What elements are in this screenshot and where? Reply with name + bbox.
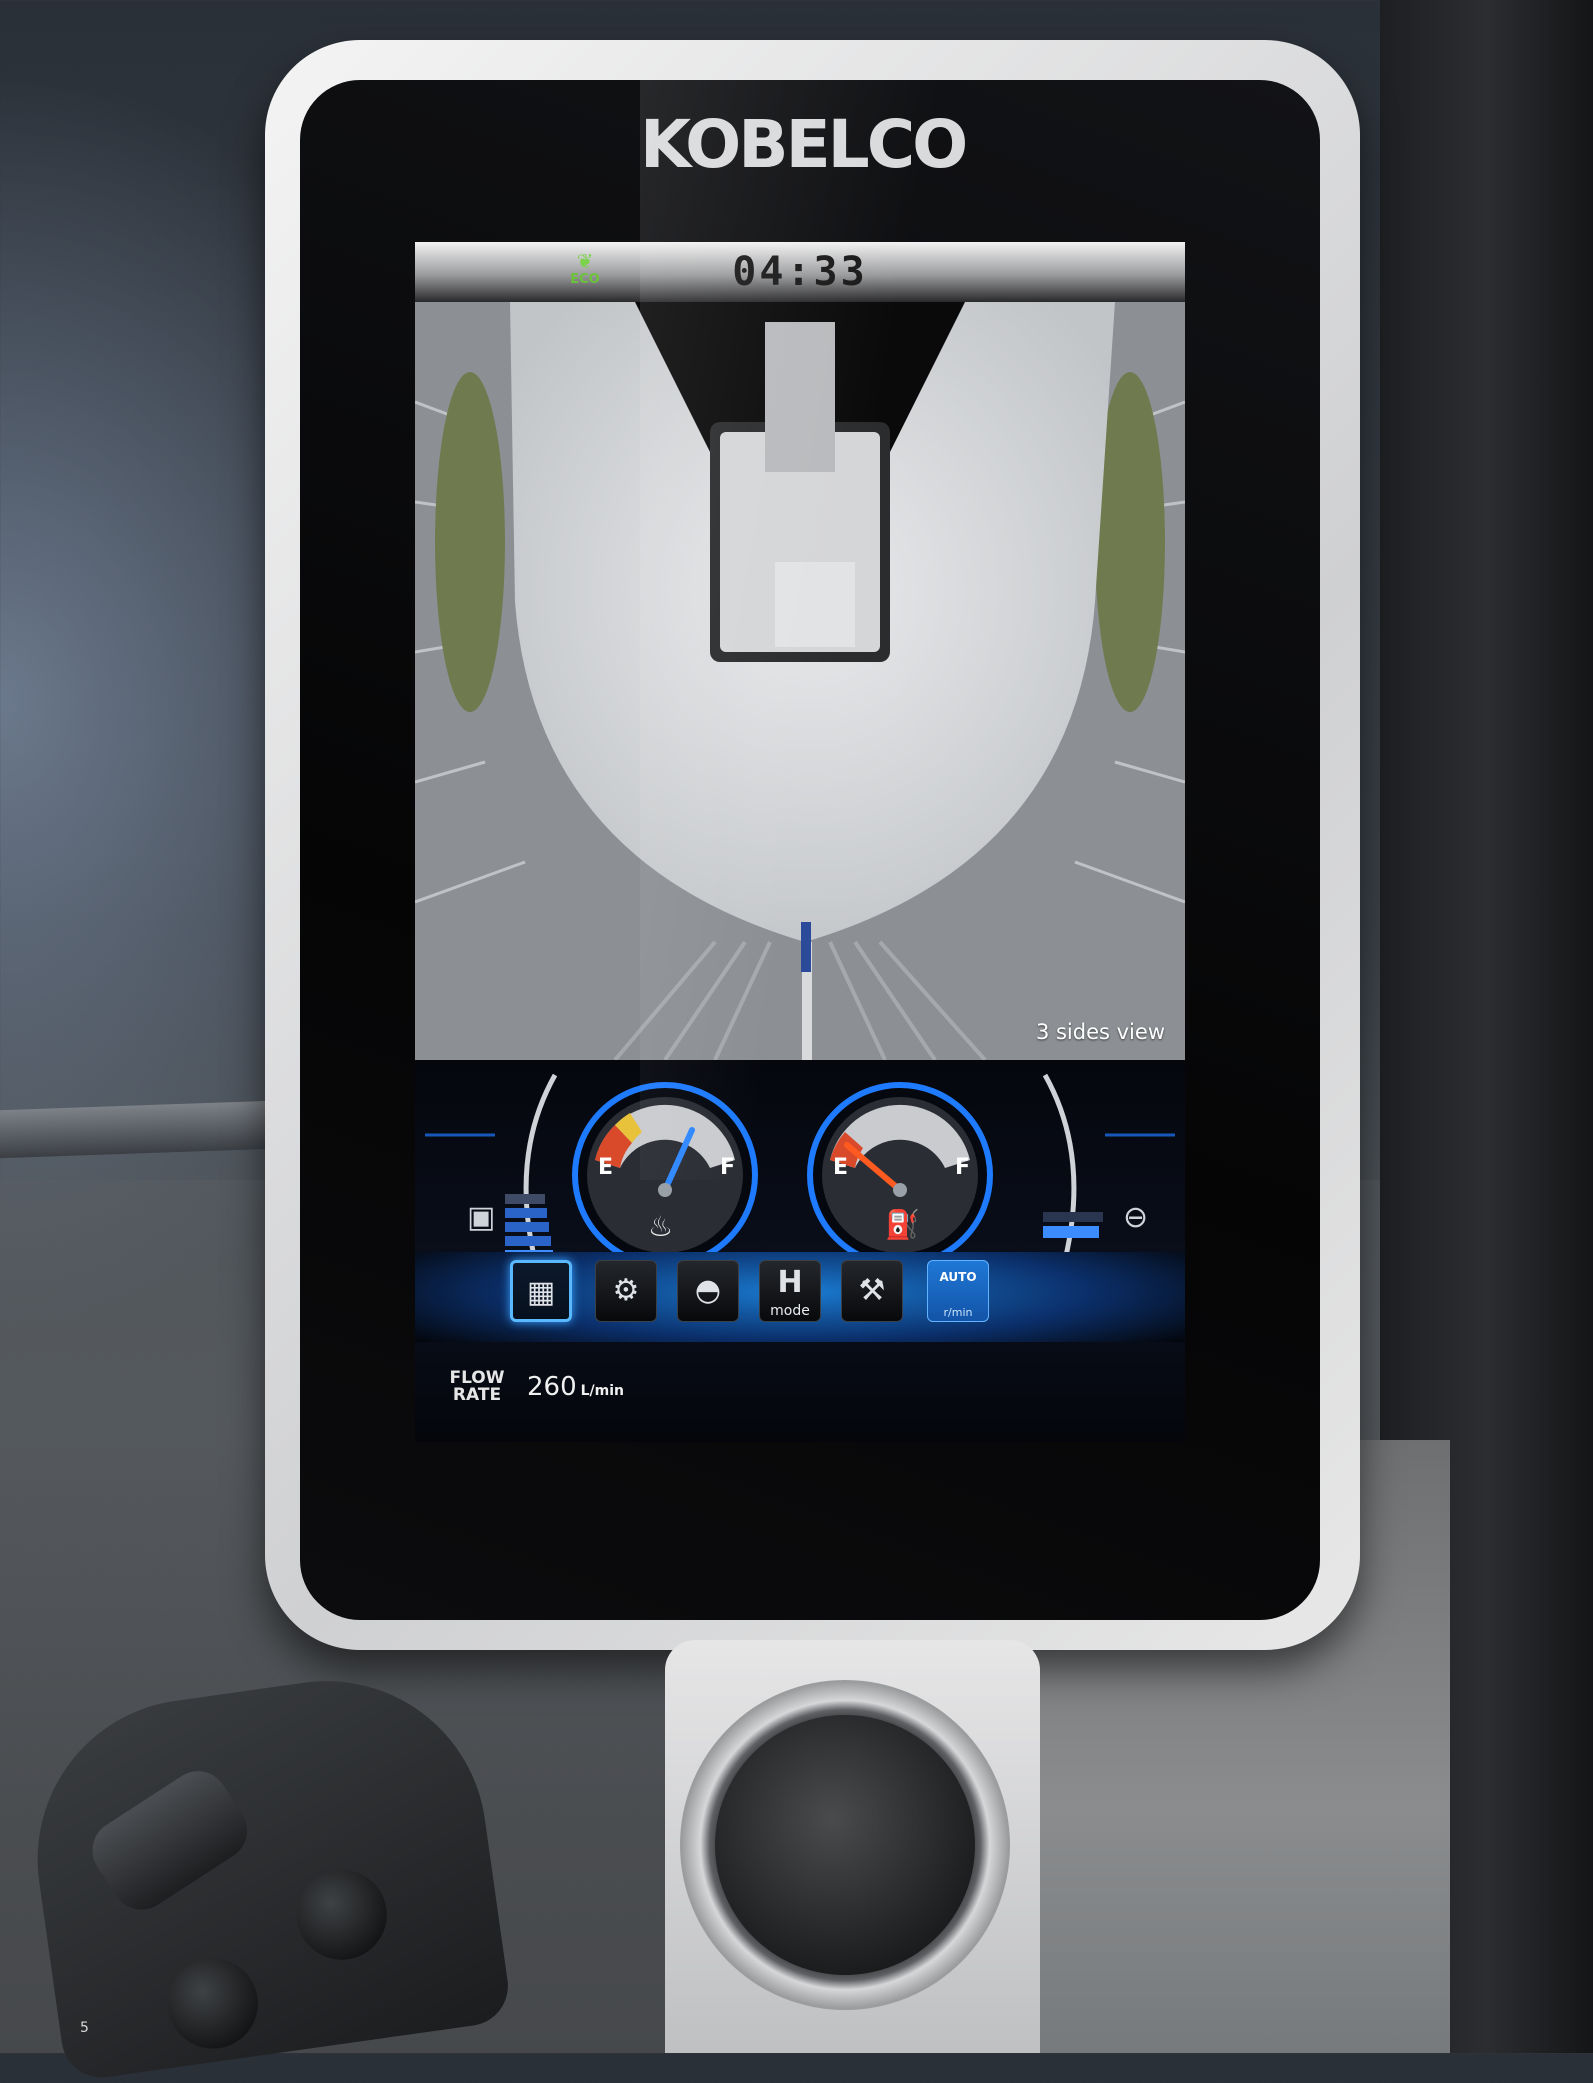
brand-logo: KOBELCO xyxy=(640,106,968,183)
coolant-temp-icon: ♨ xyxy=(648,1210,674,1243)
menu-grid-icon: ▦ xyxy=(526,1275,556,1310)
joystick-rocker-button xyxy=(80,1759,259,1922)
camera-view-label: 3 sides view xyxy=(1035,1020,1165,1044)
coolant-temp-gauge: E F ♨ xyxy=(570,1080,760,1270)
fuel-full-label: F xyxy=(955,1155,971,1180)
h-mode-label: mode xyxy=(770,1303,810,1319)
joystick-lower-button xyxy=(162,1952,264,2055)
gear-icon: ⚙ xyxy=(612,1273,640,1308)
work-light-button[interactable]: ⚒ xyxy=(841,1260,903,1322)
fuel-empty-label: E xyxy=(833,1155,849,1180)
settings-button[interactable]: ⚙ xyxy=(595,1260,657,1322)
air-vent-louver xyxy=(715,1715,975,1975)
h-mode-button[interactable]: H mode xyxy=(759,1260,821,1322)
auto-idle-unit: r/min xyxy=(943,1306,973,1319)
coolant-empty-label: E xyxy=(598,1155,614,1180)
right-level-bar xyxy=(1043,1212,1103,1238)
flow-rate-label: FLOW RATE xyxy=(447,1370,507,1404)
page-number: 5 xyxy=(80,2020,89,2036)
camera-image xyxy=(415,302,1185,1060)
hydraulic-oil-icon: ▣ xyxy=(467,1200,496,1235)
function-toolbar: ▦ ⚙ ◓ H mode ⚒ AUTO r/min xyxy=(415,1252,1185,1342)
filter-icon: ⊖ xyxy=(1123,1200,1149,1235)
status-bar: ❦ ECO 04:33 xyxy=(415,242,1185,302)
turtle-icon: ◓ xyxy=(694,1273,722,1308)
travel-speed-button[interactable]: ◓ xyxy=(677,1260,739,1322)
joystick-round-button xyxy=(290,1863,393,1966)
fuel-gauge: E F ⛽ xyxy=(805,1080,995,1270)
flow-rate-value: 260 xyxy=(527,1372,577,1402)
camera-view[interactable]: 3 sides view xyxy=(415,302,1185,1060)
flow-rate-readout: 260 L/min xyxy=(527,1372,624,1402)
monitor-screen: ❦ ECO 04:33 3 sides view ▣ E F ♨ E F ⛽ ⊖… xyxy=(415,242,1185,1442)
window-rail xyxy=(0,1099,300,1159)
eco-label: ECO xyxy=(570,272,600,287)
clock-display: 04:33 xyxy=(732,249,868,295)
eco-leaf-icon: ❦ xyxy=(576,249,594,273)
coolant-full-label: F xyxy=(720,1155,736,1180)
flow-rate-unit: L/min xyxy=(580,1383,625,1399)
boom-icon: ⚒ xyxy=(858,1273,886,1308)
fuel-pump-icon: ⛽ xyxy=(885,1208,920,1241)
flow-label-line2: RATE xyxy=(452,1385,502,1405)
menu-grid-button[interactable]: ▦ xyxy=(510,1260,572,1322)
eco-indicator: ❦ ECO xyxy=(563,250,607,294)
auto-idle-button[interactable]: AUTO r/min xyxy=(927,1260,989,1322)
auto-idle-icon: AUTO xyxy=(939,1270,977,1284)
